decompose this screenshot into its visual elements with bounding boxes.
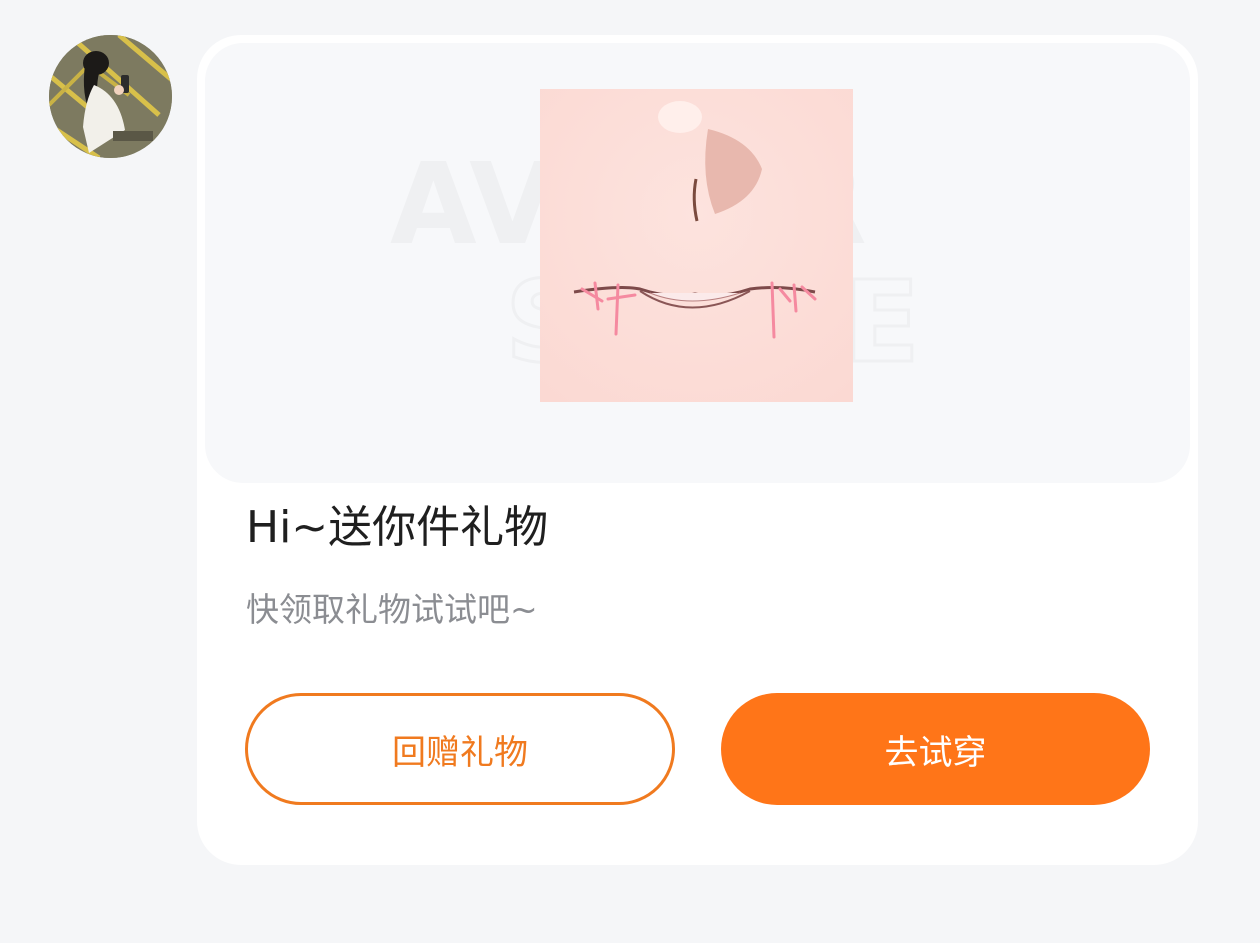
- try-on-label: 去试穿: [884, 732, 987, 773]
- return-gift-label: 回赠礼物: [392, 732, 528, 773]
- gift-subtitle: 快领取礼物试试吧~: [246, 590, 538, 629]
- return-gift-button[interactable]: 回赠礼物: [245, 693, 675, 805]
- avatar-photo: [49, 35, 172, 158]
- gift-preview: AVATAR STORE: [205, 43, 1190, 483]
- gift-card: AVATAR STORE: [197, 35, 1198, 865]
- gift-title: Hi~送你件礼物: [246, 502, 549, 553]
- gift-item-image: [540, 89, 853, 402]
- try-on-button[interactable]: 去试穿: [721, 693, 1150, 805]
- sender-avatar[interactable]: [49, 35, 172, 158]
